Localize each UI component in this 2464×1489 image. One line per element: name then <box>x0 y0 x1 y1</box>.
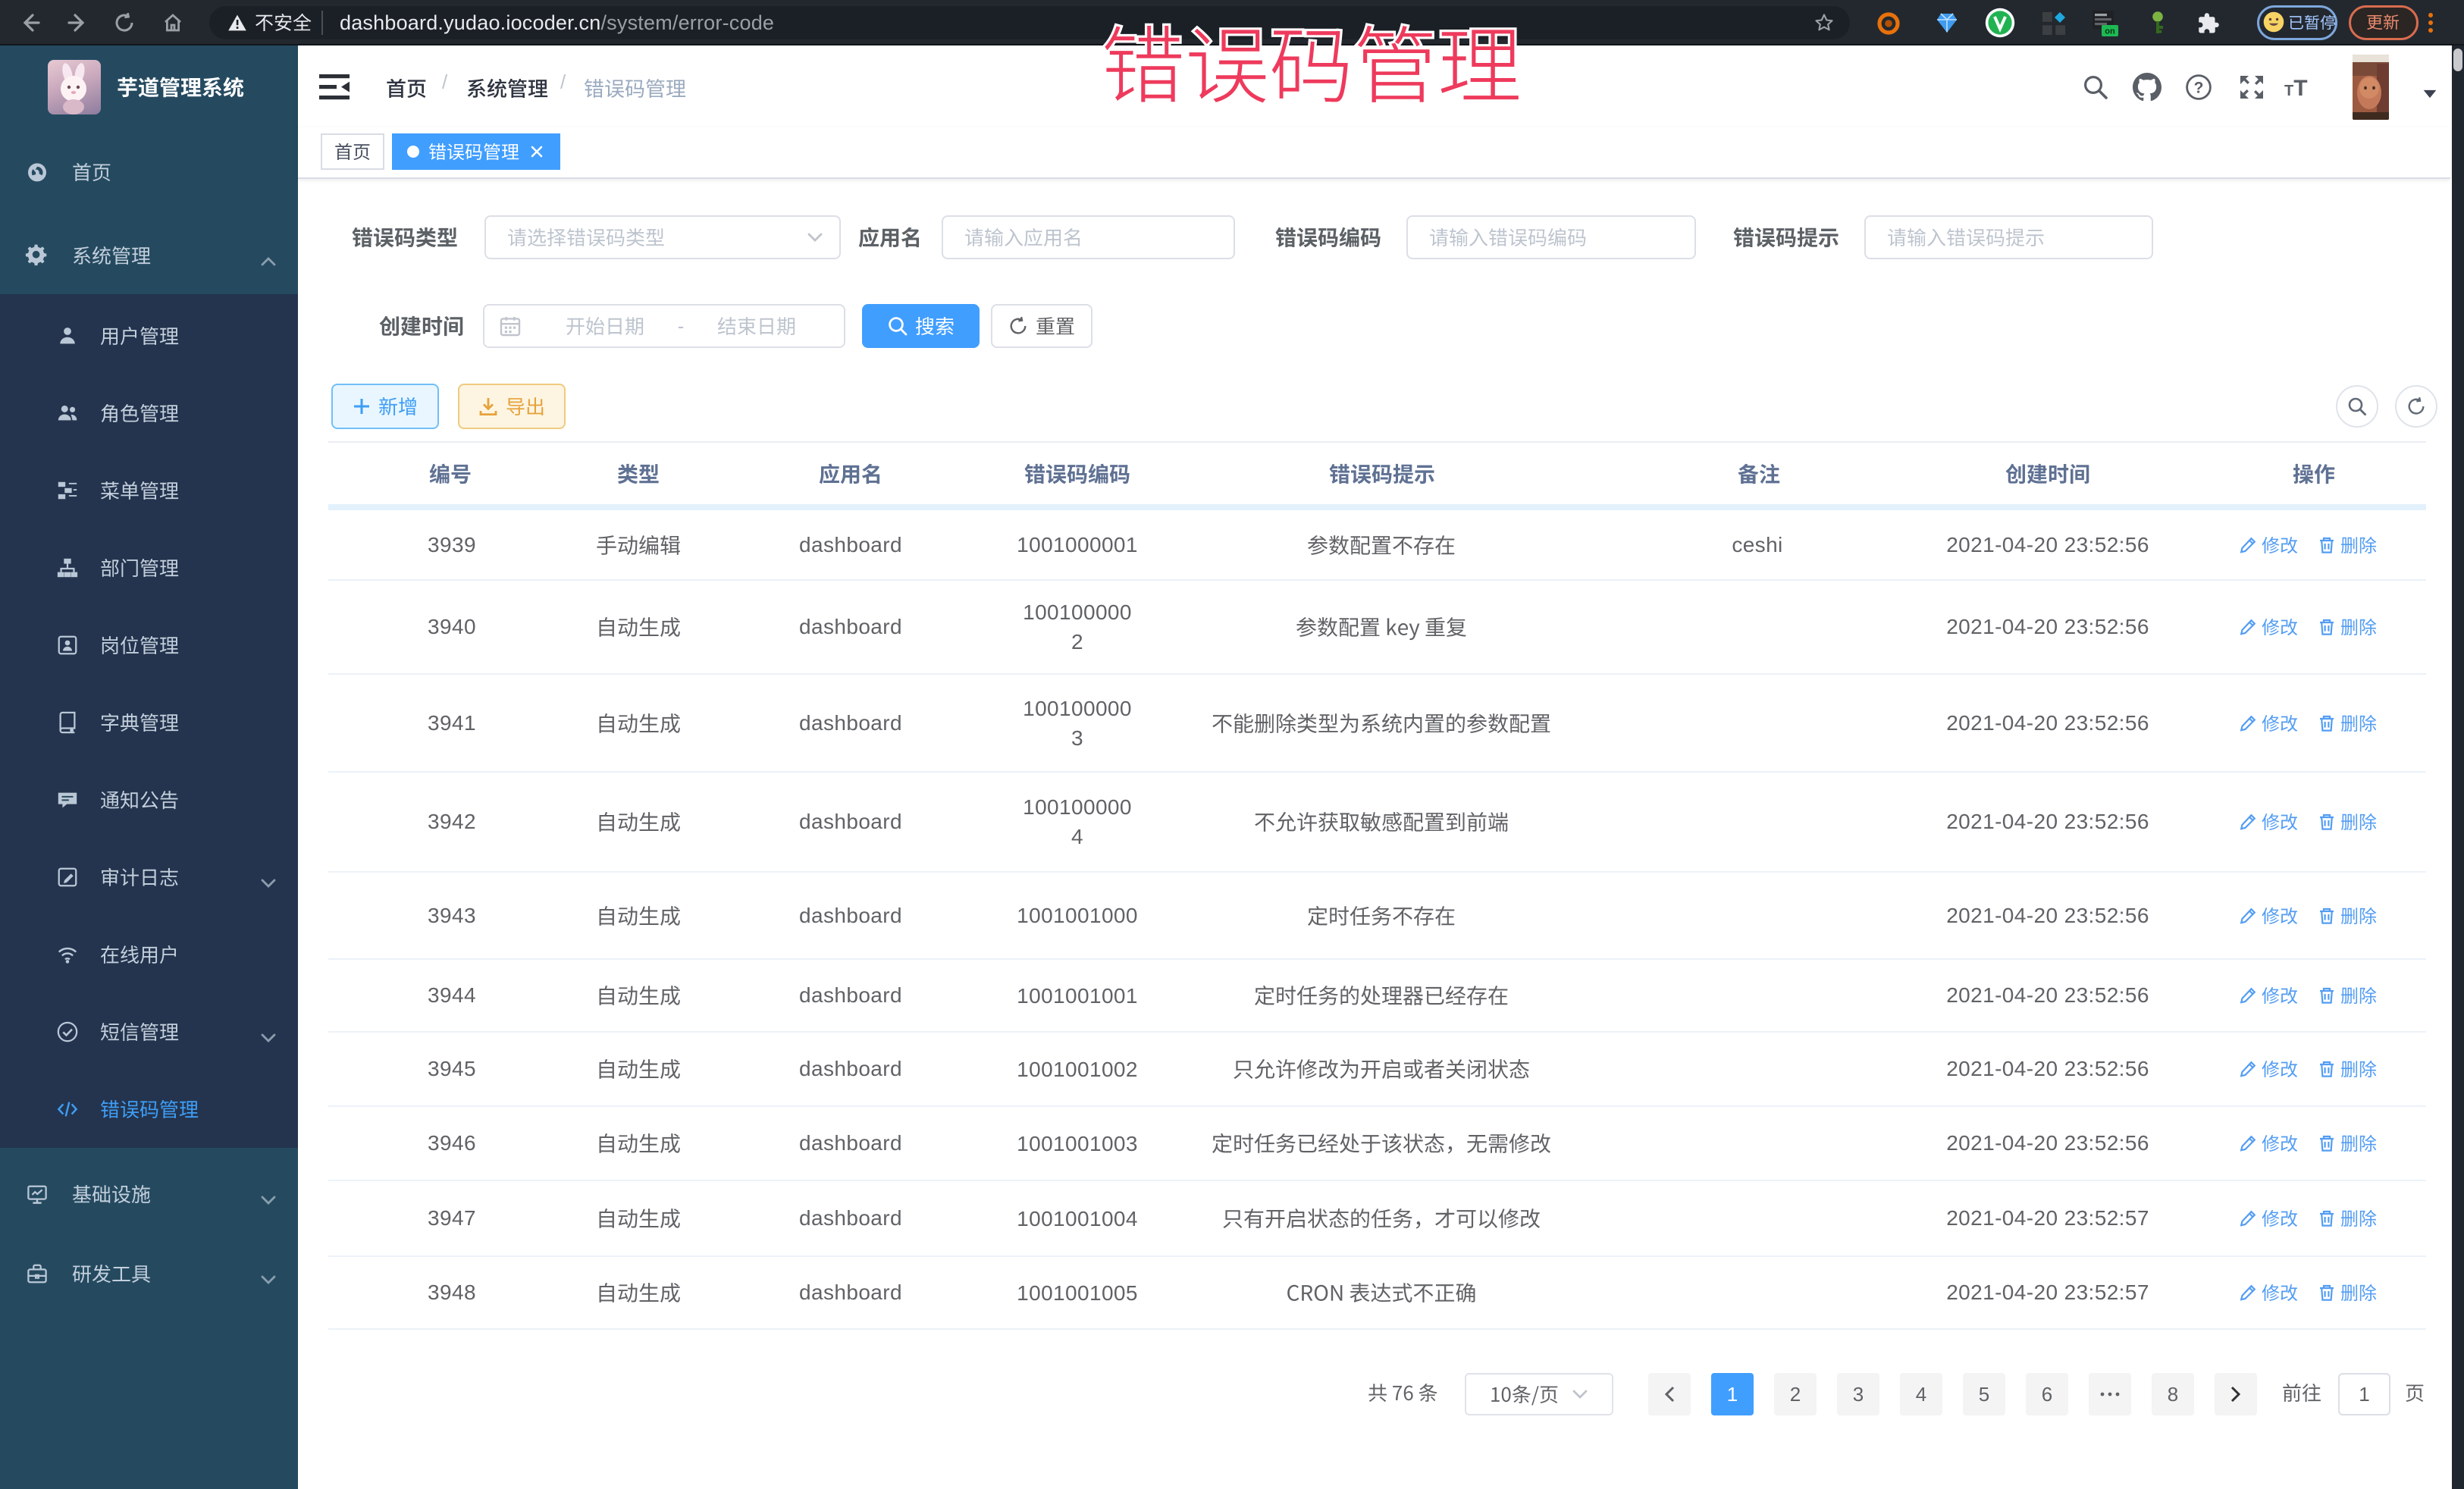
svg-text:?: ? <box>2194 79 2204 96</box>
svg-text:on: on <box>2105 27 2115 36</box>
